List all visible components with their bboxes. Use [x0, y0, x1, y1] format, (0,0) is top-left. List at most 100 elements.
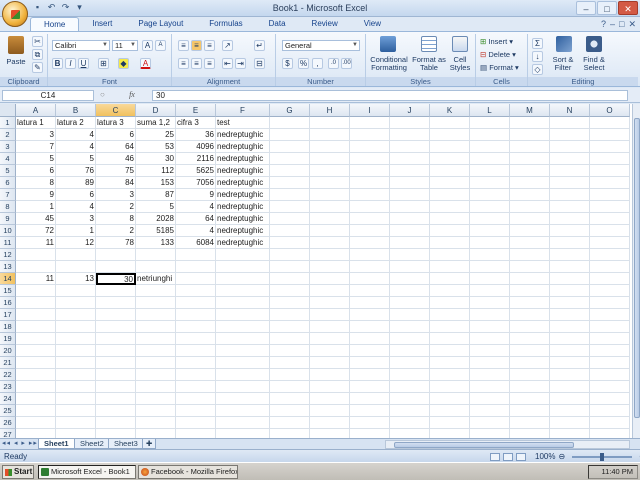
cell[interactable]: 5 [16, 153, 56, 165]
cell[interactable] [550, 273, 590, 285]
cell[interactable] [310, 309, 350, 321]
cell[interactable] [390, 417, 430, 429]
cell[interactable] [176, 369, 216, 381]
cell[interactable] [550, 345, 590, 357]
cell[interactable] [390, 165, 430, 177]
workbook-restore-icon[interactable]: □ [619, 19, 624, 30]
grow-font-icon[interactable]: A [142, 40, 153, 51]
row-header[interactable]: 23 [0, 381, 16, 393]
cell[interactable] [390, 333, 430, 345]
clear-icon[interactable]: ◇ [532, 64, 543, 75]
cell[interactable] [16, 297, 56, 309]
cell[interactable] [350, 321, 390, 333]
cell[interactable]: 6 [96, 129, 136, 141]
cell[interactable] [590, 261, 630, 273]
cell[interactable] [176, 429, 216, 438]
merge-center-icon[interactable]: ⊟ [254, 58, 265, 69]
row-header[interactable]: 11 [0, 237, 16, 249]
cell[interactable]: 3 [96, 189, 136, 201]
page-layout-view-icon[interactable] [503, 452, 513, 461]
column-header-l[interactable]: L [470, 104, 510, 117]
cell[interactable] [470, 177, 510, 189]
cell[interactable] [430, 417, 470, 429]
column-header-g[interactable]: G [270, 104, 310, 117]
cell[interactable] [390, 357, 430, 369]
row-header[interactable]: 16 [0, 297, 16, 309]
cell[interactable] [390, 321, 430, 333]
cell[interactable] [510, 117, 550, 129]
cell[interactable] [96, 321, 136, 333]
cell[interactable] [510, 165, 550, 177]
cell[interactable]: 11 [16, 273, 56, 285]
cell[interactable]: 25 [136, 129, 176, 141]
column-header-c[interactable]: C [96, 104, 136, 117]
borders-icon[interactable]: ⊞ [98, 58, 109, 69]
cell[interactable]: 11 [16, 237, 56, 249]
cell[interactable]: 2116 [176, 153, 216, 165]
cell[interactable] [430, 225, 470, 237]
cell[interactable] [270, 321, 310, 333]
cell[interactable] [590, 321, 630, 333]
cell[interactable] [56, 393, 96, 405]
cell[interactable] [270, 405, 310, 417]
cell[interactable] [430, 297, 470, 309]
row-header[interactable]: 27 [0, 429, 16, 438]
cell[interactable] [216, 309, 270, 321]
cell[interactable] [16, 405, 56, 417]
cell[interactable]: 6084 [176, 237, 216, 249]
cell[interactable] [136, 249, 176, 261]
cell[interactable] [176, 381, 216, 393]
delete-cells-button[interactable]: ⊟ Delete ▾ [480, 51, 526, 59]
cell[interactable] [270, 429, 310, 438]
cell[interactable] [216, 249, 270, 261]
cell[interactable] [510, 369, 550, 381]
cell[interactable] [310, 393, 350, 405]
cell[interactable] [176, 405, 216, 417]
cell[interactable] [176, 321, 216, 333]
row-header[interactable]: 18 [0, 321, 16, 333]
cell[interactable] [96, 393, 136, 405]
cell[interactable] [56, 369, 96, 381]
cell[interactable] [56, 381, 96, 393]
cell[interactable] [16, 249, 56, 261]
cell[interactable] [56, 285, 96, 297]
cell[interactable] [310, 141, 350, 153]
column-header-a[interactable]: A [16, 104, 56, 117]
cell[interactable] [310, 429, 350, 438]
cell[interactable] [390, 213, 430, 225]
cell[interactable] [270, 333, 310, 345]
cell[interactable] [550, 417, 590, 429]
cell[interactable] [56, 345, 96, 357]
cell[interactable]: 84 [96, 177, 136, 189]
cell[interactable] [270, 249, 310, 261]
cell[interactable] [590, 153, 630, 165]
active-cell[interactable]: 30 [96, 273, 136, 285]
cell[interactable] [216, 345, 270, 357]
maximize-button[interactable]: □ [597, 1, 617, 15]
cell[interactable] [16, 261, 56, 273]
cell[interactable] [430, 141, 470, 153]
cell[interactable] [56, 405, 96, 417]
align-center-icon[interactable]: ≡ [191, 58, 202, 69]
cell[interactable] [16, 357, 56, 369]
cell[interactable]: cifra 3 [176, 117, 216, 129]
cell[interactable] [270, 381, 310, 393]
cell[interactable] [310, 261, 350, 273]
cell[interactable] [550, 285, 590, 297]
cell[interactable] [470, 129, 510, 141]
tab-data[interactable]: Data [256, 17, 299, 31]
cell[interactable] [310, 129, 350, 141]
workbook-close-icon[interactable]: ✕ [628, 19, 636, 30]
close-button[interactable]: ✕ [618, 1, 638, 15]
normal-view-icon[interactable] [490, 452, 500, 461]
formula-input[interactable]: 30 [152, 90, 628, 101]
cell-styles-button[interactable]: Cell Styles [446, 56, 474, 72]
cell[interactable] [550, 309, 590, 321]
row-header[interactable]: 13 [0, 261, 16, 273]
cell[interactable]: 5185 [136, 225, 176, 237]
increase-indent-icon[interactable]: ⇥ [235, 58, 246, 69]
cell[interactable]: nedreptughic [216, 153, 270, 165]
cell[interactable] [590, 201, 630, 213]
cell[interactable] [270, 213, 310, 225]
cell[interactable]: 5 [56, 153, 96, 165]
